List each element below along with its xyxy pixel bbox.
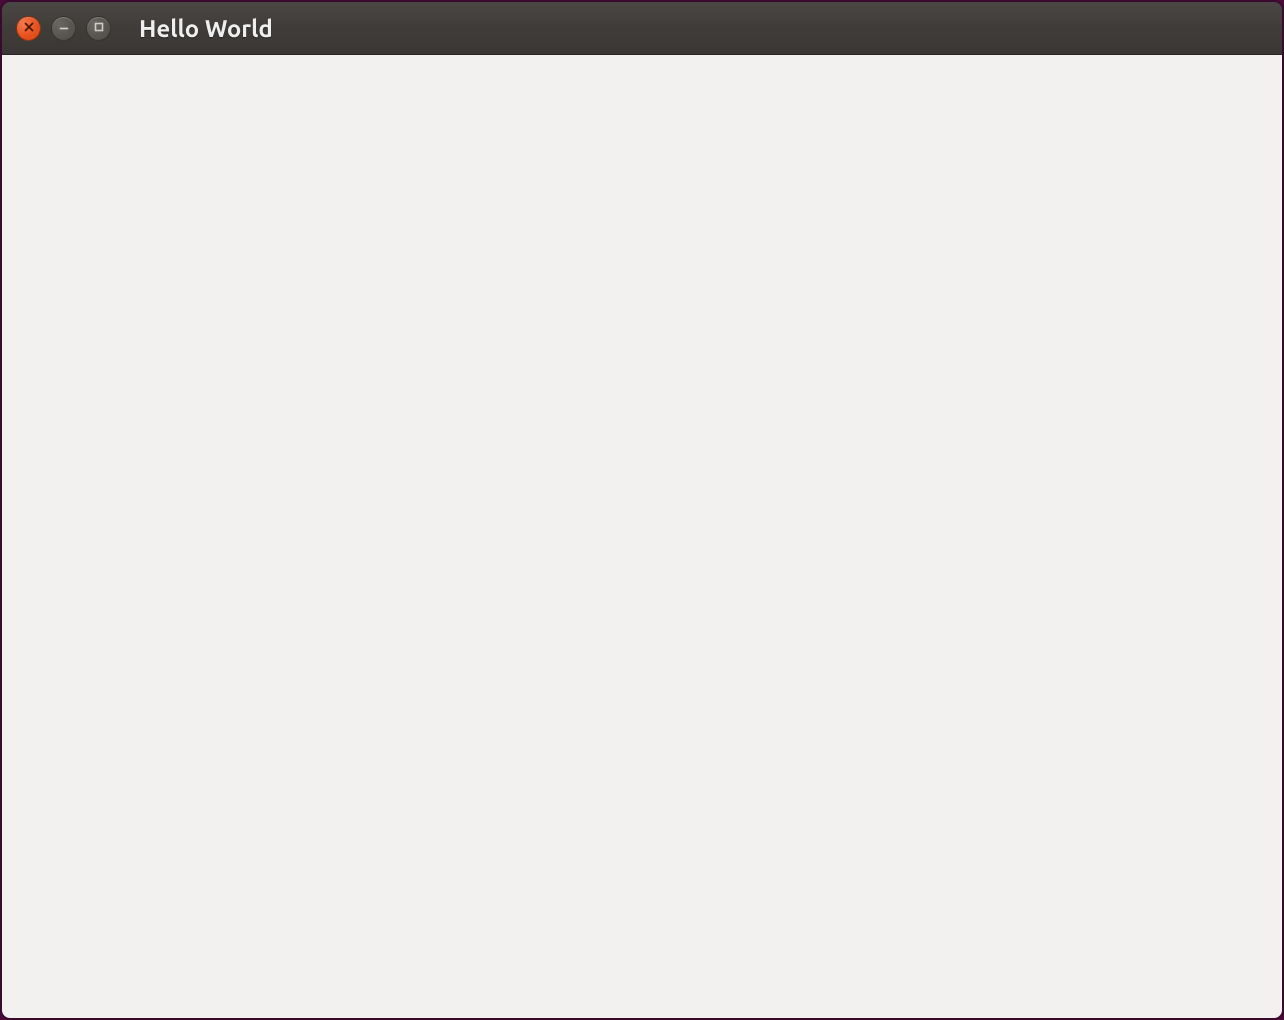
window-title: Hello World	[139, 15, 273, 42]
close-icon	[23, 19, 35, 37]
maximize-button[interactable]	[86, 16, 111, 41]
minimize-icon	[58, 19, 70, 37]
titlebar[interactable]: Hello World	[2, 2, 1282, 55]
close-button[interactable]	[16, 16, 41, 41]
window-controls	[16, 16, 111, 41]
application-window: Hello World	[0, 0, 1284, 1020]
maximize-icon	[93, 19, 105, 37]
window-content	[2, 55, 1282, 1018]
minimize-button[interactable]	[51, 16, 76, 41]
